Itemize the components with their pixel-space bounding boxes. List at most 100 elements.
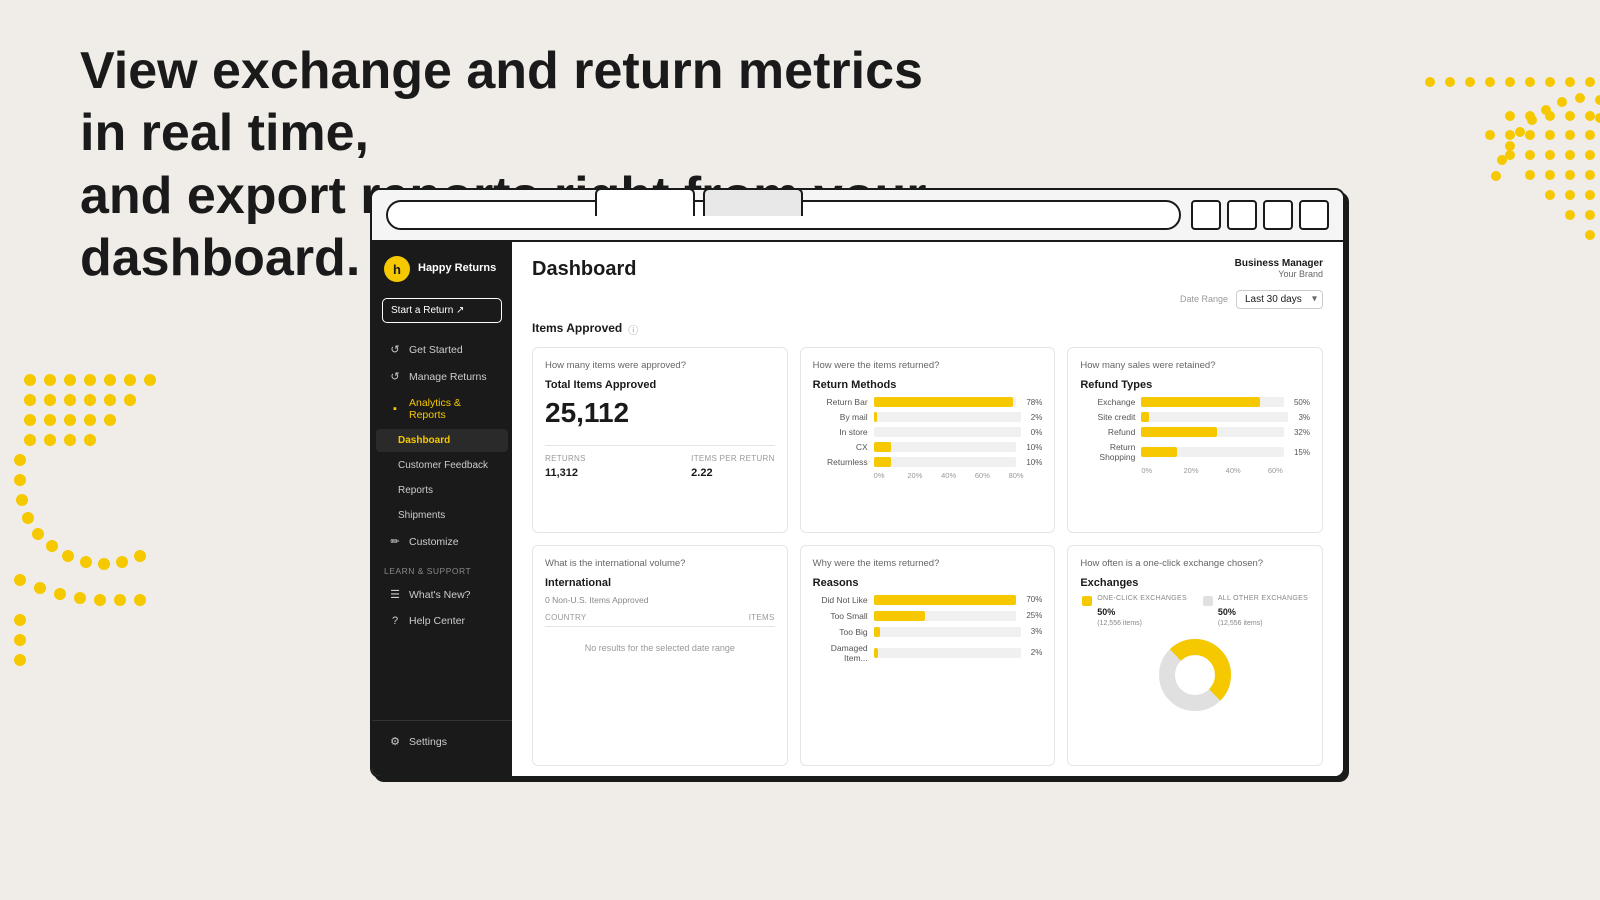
sidebar-logo: h Happy Returns (372, 256, 512, 298)
items-per-return-label: ITEMS PER RETURN (691, 454, 774, 463)
sidebar-item-dashboard[interactable]: Dashboard (376, 429, 508, 452)
sidebar-item-manage-returns[interactable]: ↺ Manage Returns (376, 364, 508, 389)
browser-action-3[interactable] (1263, 200, 1293, 230)
sidebar-item-get-started[interactable]: ↺ Get Started (376, 337, 508, 362)
sidebar-item-label: Get Started (409, 344, 463, 356)
sidebar-item-reports[interactable]: Reports (376, 479, 508, 502)
donut-chart-container (1080, 635, 1310, 715)
card-total-items: How many items were approved? Total Item… (532, 347, 788, 533)
bar-pct: 2% (1031, 413, 1043, 422)
bar-label: Damaged Item... (813, 643, 868, 663)
browser-action-1[interactable] (1191, 200, 1221, 230)
bar-fill (874, 412, 878, 422)
browser-action-2[interactable] (1227, 200, 1257, 230)
bar-track (874, 457, 1017, 467)
bar-fill (874, 397, 1013, 407)
sidebar-item-label: Customize (409, 536, 459, 548)
bar-fill (1141, 427, 1217, 437)
returns-stat: RETURNS 11,312 (545, 454, 586, 481)
bar-row: Too Small 25% (813, 611, 1043, 621)
bar-fill (1141, 412, 1148, 422)
bar-row: Refund32% (1080, 427, 1310, 437)
bar-label: By mail (813, 412, 868, 422)
bar-pct: 3% (1031, 627, 1043, 636)
bar-row: In store0% (813, 427, 1043, 437)
bar-pct: 78% (1026, 398, 1042, 407)
bar-label: Site credit (1080, 412, 1135, 422)
total-items-value: 25,112 (545, 397, 775, 429)
bar-track (1141, 397, 1284, 407)
one-click-dot (1082, 596, 1092, 606)
bar-fill (874, 648, 878, 658)
bar-label: Return Shopping (1080, 442, 1135, 462)
sidebar-item-customer-feedback[interactable]: Customer Feedback (376, 454, 508, 477)
start-return-button[interactable]: Start a Return ↗ (382, 298, 502, 323)
return-methods-chart: Return Bar78%By mail2%In store0%CX10%Ret… (813, 397, 1043, 467)
sidebar-item-analytics[interactable]: ▪ Analytics & Reports (376, 391, 508, 427)
card-exchanges: How often is a one-click exchange chosen… (1067, 545, 1323, 767)
total-items-title: Total Items Approved (545, 379, 775, 391)
dashboard-title: Dashboard (532, 258, 636, 281)
card-reasons: Why were the items returned? Reasons Did… (800, 545, 1056, 767)
browser-action-4[interactable] (1299, 200, 1329, 230)
bar-track (874, 627, 1021, 637)
how-many-approved-label: How many items were approved? (545, 360, 775, 371)
exchanges-legend: ONE-CLICK EXCHANGES 50% (12,556 items) A… (1080, 595, 1310, 627)
card-international: What is the international volume? Intern… (532, 545, 788, 767)
other-exchanges-legend: ALL OTHER EXCHANGES 50% (12,556 items) (1203, 595, 1308, 627)
sidebar-item-whats-new[interactable]: ☰ What's New? (376, 582, 508, 607)
bar-track (874, 442, 1017, 452)
date-range-select[interactable]: Last 30 days Last 7 days Last 90 days Cu… (1236, 290, 1323, 309)
bar-row: Return Bar 78% (813, 397, 1043, 407)
sidebar-item-label: Reports (398, 485, 433, 496)
info-icon: ⓘ (628, 322, 638, 337)
bar-row: Return Shopping15% (1080, 442, 1310, 462)
sidebar-item-customize[interactable]: ✏ Customize (376, 529, 508, 554)
settings-icon: ⚙ (388, 735, 402, 748)
one-click-label: How often is a one-click exchange chosen… (1080, 558, 1310, 569)
bar-pct: 25% (1026, 611, 1042, 620)
why-returned-label: Why were the items returned? (813, 558, 1043, 569)
bar-label: Exchange (1080, 397, 1135, 407)
logo-icon: h (384, 256, 410, 282)
bar-label: Too Small (813, 611, 868, 621)
exchanges-title: Exchanges (1080, 577, 1310, 589)
sidebar-item-label: Manage Returns (409, 371, 487, 383)
sidebar-item-label: Dashboard (398, 435, 450, 446)
bar-track (874, 397, 1017, 407)
bar-pct: 70% (1026, 595, 1042, 604)
bar-track (874, 427, 1021, 437)
intl-col-country: COUNTRY (545, 613, 587, 622)
sidebar-item-label: Analytics & Reports (409, 397, 496, 421)
bar-track (1141, 447, 1284, 457)
learn-support-label: LEARN & SUPPORT (372, 556, 512, 580)
headline-line1: View exchange and return metrics in real… (80, 40, 980, 165)
sidebar-item-settings[interactable]: ⚙ Settings (376, 729, 508, 754)
sidebar-item-label: Help Center (409, 615, 465, 627)
bar-label: Returnless (813, 457, 868, 467)
bar-pct: 32% (1294, 428, 1310, 437)
bar-row: Exchange50% (1080, 397, 1310, 407)
bar-fill (874, 595, 1017, 605)
other-exchanges-dot (1203, 596, 1213, 606)
bar-fill (874, 627, 880, 637)
sidebar-item-help-center[interactable]: ? Help Center (376, 609, 508, 633)
bar-pct: 2% (1031, 648, 1043, 657)
intl-volume-label: What is the international volume? (545, 558, 775, 569)
sidebar: h Happy Returns Start a Return ↗ ↺ Get S… (372, 242, 512, 776)
refund-types-x-axis: 0% 20% 40% 60% (1080, 466, 1310, 475)
browser-tab-1[interactable] (595, 188, 695, 216)
date-range-wrapper: Last 30 days Last 7 days Last 90 days Cu… (1236, 289, 1323, 309)
user-info: Business Manager Your Brand (1235, 258, 1323, 279)
browser-tab-2[interactable] (703, 188, 803, 216)
bar-fill (1141, 397, 1260, 407)
bar-row: Site credit3% (1080, 412, 1310, 422)
bar-track (1141, 412, 1288, 422)
sidebar-item-shipments[interactable]: Shipments (376, 504, 508, 527)
bar-label: Return Bar (813, 397, 868, 407)
reasons-chart: Did Not Like70%Too Small25%Too Big3%Dama… (813, 595, 1043, 663)
bar-label: Did Not Like (813, 595, 868, 605)
sidebar-item-label: What's New? (409, 589, 471, 601)
bar-pct: 0% (1031, 428, 1043, 437)
intl-col-items: ITEMS (749, 613, 775, 622)
